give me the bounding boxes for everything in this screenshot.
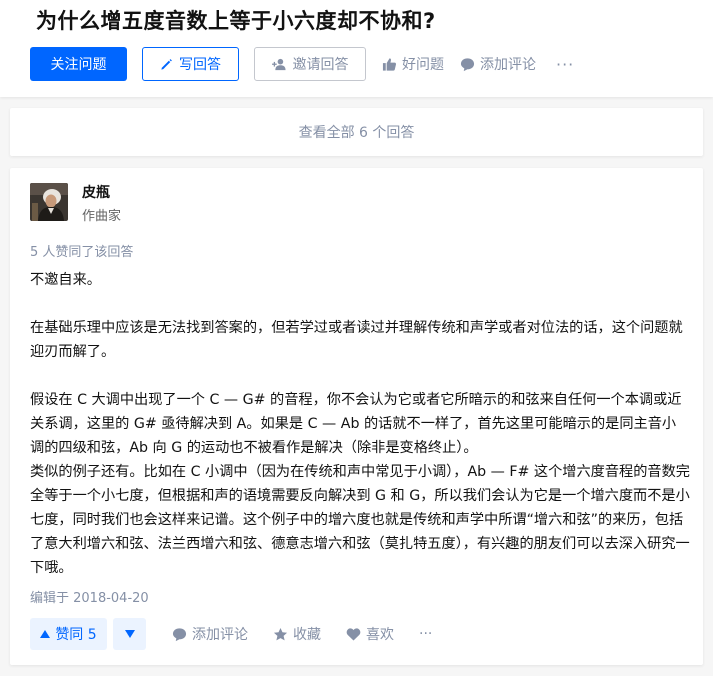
write-answer-button[interactable]: 写回答 <box>142 47 239 81</box>
upvote-label: 赞同 5 <box>55 627 97 643</box>
good-question-button[interactable]: 好问题 <box>382 54 444 74</box>
upvote-button[interactable]: 赞同 5 <box>30 618 107 650</box>
heart-icon <box>346 628 361 641</box>
answer-comment-button[interactable]: 添加评论 <box>172 624 248 644</box>
answer-paragraph: 在基础乐理中应该是无法找到答案的，但若学过或者读过并理解传统和声学或者对位法的话… <box>30 320 683 360</box>
triangle-up-icon <box>40 630 51 638</box>
answer-paragraph: 假设在 C 大调中出现了一个 C — G# 的音程，你不会认为它或者它所暗示的和… <box>30 392 682 456</box>
star-icon <box>273 627 288 640</box>
good-question-label: 好问题 <box>402 57 444 73</box>
answer-card: 皮瓶 作曲家 5 人赞同了该回答 不邀自来。 在基础乐理中应该是无法找到答案的，… <box>10 168 703 665</box>
collect-label: 收藏 <box>293 627 321 643</box>
answer-actions: 赞同 5 添加评论 收藏 喜欢 ··· <box>30 617 432 651</box>
add-comment-button[interactable]: 添加评论 <box>460 54 536 74</box>
add-user-icon <box>271 58 286 70</box>
thumbs-up-icon <box>382 57 397 71</box>
author-name[interactable]: 皮瓶 <box>82 182 110 202</box>
answer-content: 不邀自来。 在基础乐理中应该是无法找到答案的，但若学过或者读过并理解传统和声学或… <box>30 268 690 580</box>
follow-question-button[interactable]: 关注问题 <box>30 47 127 81</box>
pencil-icon <box>161 58 172 70</box>
collect-button[interactable]: 收藏 <box>273 624 321 644</box>
vote-count-text[interactable]: 5 人赞同了该回答 <box>30 241 133 260</box>
question-header: 为什么增五度音数上等于小六度却不协和? 关注问题 写回答 邀请回答 好问题 添加… <box>0 0 713 97</box>
answer-comment-label: 添加评论 <box>192 627 248 643</box>
invite-answer-label: 邀请回答 <box>292 57 349 73</box>
add-comment-label: 添加评论 <box>480 57 536 73</box>
avatar[interactable] <box>30 183 68 221</box>
like-label: 喜欢 <box>366 627 394 643</box>
write-answer-label: 写回答 <box>179 57 221 73</box>
question-title: 为什么增五度音数上等于小六度却不协和? <box>36 9 436 33</box>
more-options-button[interactable]: ··· <box>556 55 574 74</box>
comment-icon <box>172 627 187 641</box>
view-all-answers-button[interactable]: 查看全部 6 个回答 <box>10 108 703 156</box>
edit-timestamp[interactable]: 编辑于 2018-04-20 <box>30 587 149 606</box>
question-actions: 关注问题 写回答 邀请回答 好问题 添加评论 ··· <box>30 47 574 81</box>
downvote-button[interactable] <box>113 618 146 650</box>
author-bio: 作曲家 <box>82 209 122 224</box>
answer-paragraph: 不邀自来。 <box>30 272 101 288</box>
invite-answer-button[interactable]: 邀请回答 <box>254 47 366 81</box>
more-options-button[interactable]: ··· <box>419 626 432 642</box>
like-button[interactable]: 喜欢 <box>346 624 394 644</box>
comment-icon <box>460 57 475 71</box>
triangle-down-icon <box>124 630 135 638</box>
answer-paragraph: 类似的例子还有。比如在 C 小调中（因为在传统和声中常见于小调），Ab — F#… <box>30 464 690 576</box>
